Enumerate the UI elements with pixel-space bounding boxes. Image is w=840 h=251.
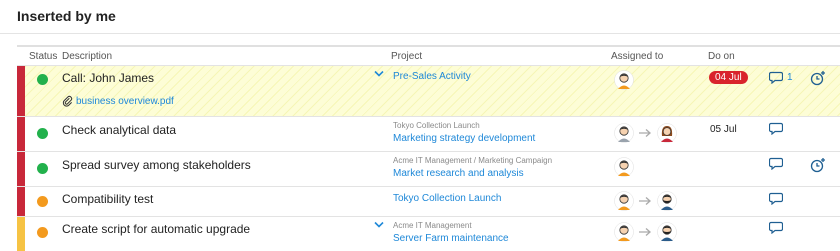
comment-icon[interactable] <box>769 157 783 170</box>
task-description[interactable]: Call: John James <box>62 71 154 85</box>
task-description[interactable]: Create script for automatic upgrade <box>62 222 250 236</box>
table-header: Status Description Project Assigned to D… <box>17 45 840 66</box>
priority-bar <box>17 187 25 216</box>
project-link[interactable]: Pre-Sales Activity <box>393 71 471 82</box>
avatar-man-icon[interactable] <box>614 123 634 143</box>
status-dot <box>37 128 48 139</box>
add-reminder-icon[interactable] <box>810 70 826 86</box>
table-row[interactable]: Compatibility test Tokyo Collection Laun… <box>17 187 840 217</box>
due-date-badge[interactable]: 04 Jul <box>709 71 748 84</box>
avatar-bearded-man-icon[interactable] <box>657 222 677 242</box>
section-title: Inserted by me <box>17 8 116 24</box>
comment-icon[interactable] <box>769 192 783 205</box>
project-parent[interactable]: Tokyo Collection Launch <box>393 121 480 130</box>
project-link[interactable]: Market research and analysis <box>393 168 524 179</box>
comment-icon[interactable] <box>769 71 783 84</box>
chevron-down-icon[interactable] <box>374 221 384 229</box>
column-assigned[interactable]: Assigned to <box>611 51 663 62</box>
comment-count: 1 <box>787 72 793 83</box>
project-parent[interactable]: Acme IT Management / Marketing Campaign <box>393 156 552 165</box>
table-row[interactable]: Spread survey among stakeholders Acme IT… <box>17 152 840 187</box>
avatar-woman-icon[interactable] <box>657 123 677 143</box>
task-description[interactable]: Compatibility test <box>62 192 153 206</box>
project-link[interactable]: Server Farm maintenance <box>393 233 509 244</box>
arrow-right-icon <box>639 129 651 137</box>
due-date[interactable]: 05 Jul <box>710 124 737 135</box>
chevron-down-icon[interactable] <box>374 70 384 78</box>
project-parent[interactable]: Acme IT Management <box>393 221 472 230</box>
avatar-man-icon[interactable] <box>614 70 634 90</box>
comment-icon[interactable] <box>769 221 783 234</box>
status-dot <box>37 74 48 85</box>
status-dot <box>37 227 48 238</box>
project-link[interactable]: Tokyo Collection Launch <box>393 193 501 204</box>
priority-bar <box>17 66 25 116</box>
title-divider <box>0 33 840 34</box>
column-due[interactable]: Do on <box>708 51 735 62</box>
arrow-right-icon <box>639 228 651 236</box>
attachment-link[interactable]: business overview.pdf <box>62 95 174 107</box>
column-description[interactable]: Description <box>62 51 112 62</box>
task-table: Status Description Project Assigned to D… <box>17 45 840 251</box>
task-description[interactable]: Check analytical data <box>62 123 176 137</box>
priority-bar <box>17 117 25 151</box>
paperclip-icon <box>62 95 73 107</box>
add-reminder-icon[interactable] <box>810 157 826 173</box>
project-link[interactable]: Marketing strategy development <box>393 133 535 144</box>
task-description[interactable]: Spread survey among stakeholders <box>62 158 251 172</box>
status-dot <box>37 196 48 207</box>
column-project[interactable]: Project <box>391 51 422 62</box>
avatar-man-icon[interactable] <box>614 191 634 211</box>
table-row[interactable]: Call: John James business overview.pdf P… <box>17 66 840 117</box>
comment-icon[interactable] <box>769 122 783 135</box>
status-dot <box>37 163 48 174</box>
avatar-bearded-man-icon[interactable] <box>657 191 677 211</box>
attachment-name: business overview.pdf <box>76 95 174 107</box>
column-status[interactable]: Status <box>29 51 57 62</box>
priority-bar <box>17 152 25 186</box>
avatar-man-icon[interactable] <box>614 222 634 242</box>
arrow-right-icon <box>639 197 651 205</box>
table-row[interactable]: Check analytical data Tokyo Collection L… <box>17 117 840 152</box>
avatar-man-icon[interactable] <box>614 157 634 177</box>
